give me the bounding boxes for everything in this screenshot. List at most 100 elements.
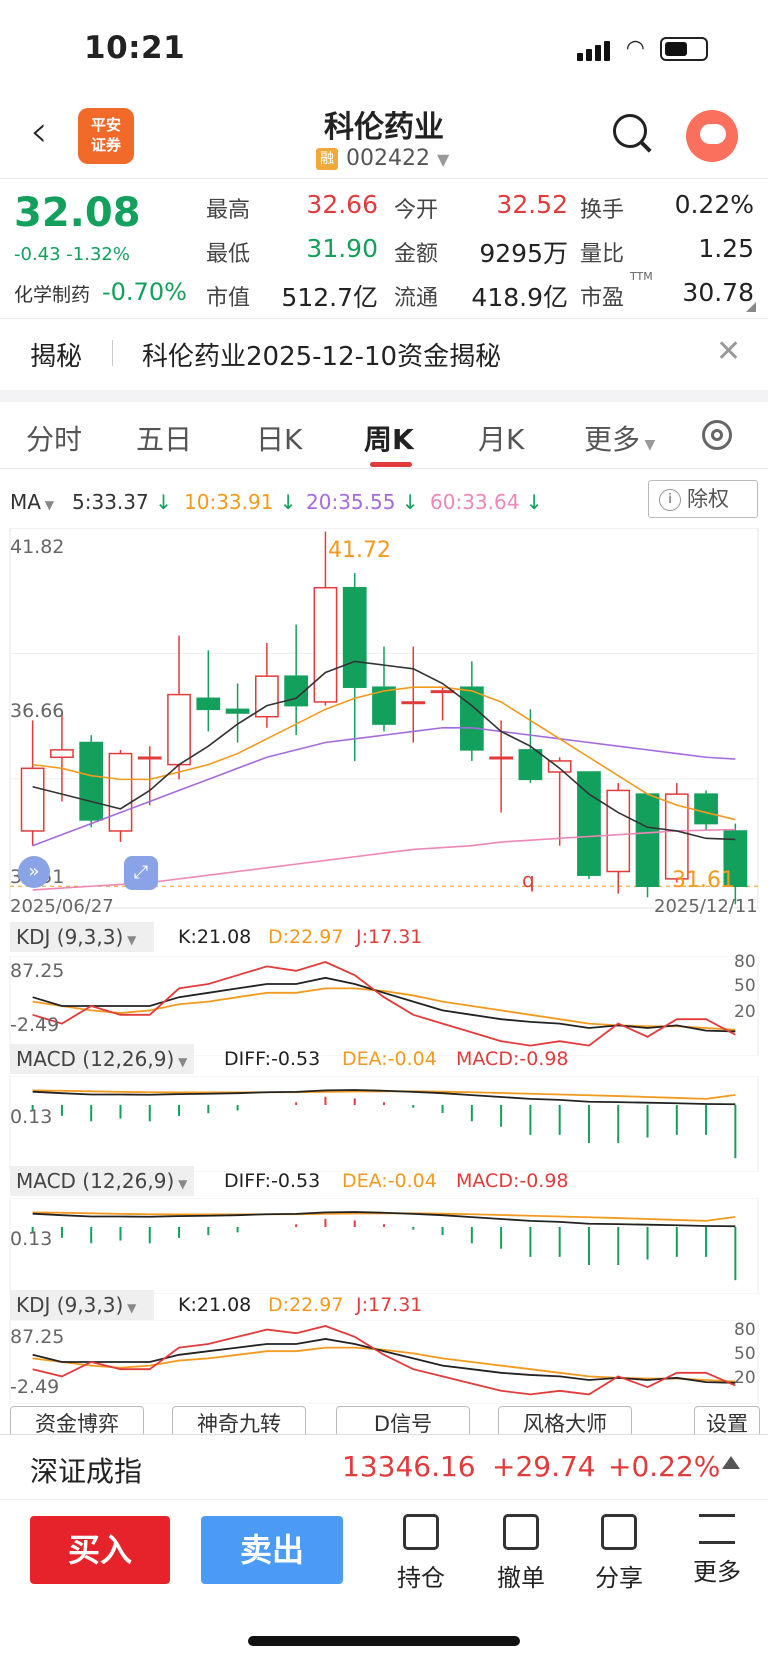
kdj-y-top-2: 87.25 (10, 1326, 65, 1348)
kdj-chart (9, 956, 759, 1056)
reveal-label: 揭秘 (30, 342, 83, 372)
kdj-d-line (32, 1346, 736, 1383)
index-change: +29.74 (492, 1450, 596, 1483)
candle-body (401, 701, 426, 705)
macd-diff-2: DIFF:-0.53 (224, 1170, 321, 1192)
turnover-value: 0.22% (674, 190, 754, 219)
battery-icon (660, 37, 708, 61)
candle-body (635, 793, 660, 888)
list-doc-icon (403, 1514, 439, 1550)
candle-body (430, 690, 455, 694)
index-value: 13346.16 (342, 1450, 476, 1483)
ma10-value: 10:33.91 ↓ (184, 490, 297, 514)
search-icon[interactable] (613, 114, 647, 148)
index-name: 深证成指 (30, 1455, 143, 1488)
max-price-mark: 41.72 (328, 538, 391, 563)
low-label: 最低 (206, 242, 251, 267)
chat-bubble-icon (700, 124, 726, 144)
macd-selector[interactable]: MACD (12,26,9) ▼ (10, 1044, 194, 1074)
buy-button[interactable]: 买入 (30, 1516, 170, 1584)
ma5-value: 5:33.37 ↓ (72, 490, 172, 514)
kdj-j-line (32, 961, 736, 1047)
tab-weekly-k[interactable]: 周K (364, 418, 414, 458)
kdj-d-2: D:22.97 (268, 1294, 344, 1316)
low-value: 31.90 (306, 234, 378, 263)
candle-body (137, 756, 162, 760)
cancel-order-button[interactable]: 撤单 (486, 1514, 556, 1593)
tab-intraday[interactable]: 分时 (26, 418, 82, 458)
expand-corner-icon[interactable] (746, 302, 756, 312)
active-tab-indicator (370, 462, 412, 467)
macd-value-2: MACD:-0.98 (456, 1170, 569, 1192)
event-mark[interactable]: q (522, 868, 535, 892)
ma60-value: 60:33.64 ↓ (430, 490, 543, 514)
kdj-j-line (32, 1325, 736, 1396)
kdj-chart-2 (9, 1320, 759, 1404)
sector-name[interactable]: 化学制药 (14, 280, 90, 307)
min-price-mark: 31.61 (672, 868, 735, 893)
candle-body (79, 741, 104, 821)
last-price: 32.08 (14, 190, 141, 236)
signal-icon (576, 53, 583, 61)
kline-chart[interactable] (0, 528, 768, 918)
kdj-y-bottom: -2.49 (10, 1014, 60, 1036)
close-icon[interactable]: ✕ (716, 334, 741, 369)
more-button[interactable]: 更多 (682, 1514, 752, 1587)
status-icons: ◠ (576, 36, 708, 61)
positions-button[interactable]: 持仓 (386, 1514, 456, 1593)
kdj-d: D:22.97 (268, 926, 344, 948)
index-percent: +0.22% (608, 1450, 721, 1483)
tab-monthly-k[interactable]: 月K (478, 418, 524, 458)
candle-body (342, 586, 367, 688)
wifi-icon: ◠ (625, 36, 645, 61)
tab-daily-k[interactable]: 日K (256, 418, 302, 458)
kdj-y-top: 87.25 (10, 960, 65, 982)
float-cap-label: 流通 (394, 286, 439, 311)
expand-up-icon[interactable] (722, 1456, 740, 1469)
collapse-icon[interactable]: » (18, 856, 50, 888)
price-change: -0.43 -1.32% (14, 244, 130, 265)
candle-body (108, 752, 133, 832)
candle-body (459, 686, 484, 751)
kdj-k: K:21.08 (178, 926, 252, 948)
volume-ratio-value: 1.25 (698, 234, 754, 263)
kdj-level-20: 20 (734, 1002, 756, 1022)
kdj-k-line (32, 1338, 736, 1384)
tab-five-day[interactable]: 五日 (136, 418, 192, 458)
market-cap-label: 市值 (206, 286, 251, 311)
kdj2-level-20: 20 (734, 1368, 756, 1388)
kdj-selector[interactable]: KDJ (9,3,3) ▼ (10, 922, 154, 952)
kdj-selector-2[interactable]: KDJ (9,3,3) ▼ (10, 1290, 154, 1320)
open-value: 32.52 (496, 190, 568, 219)
candle-body (50, 749, 74, 759)
fullscreen-icon[interactable]: ⤢ (124, 856, 158, 890)
info-icon: i (659, 489, 681, 511)
ma-selector[interactable]: MA ▼ (10, 490, 54, 514)
open-label: 今开 (394, 198, 439, 223)
kdj-d-line (32, 987, 736, 1031)
float-cap-value: 418.9亿 (471, 283, 568, 312)
candle-body (313, 586, 338, 703)
share-button[interactable]: 分享 (584, 1514, 654, 1593)
candle-body (489, 756, 513, 760)
stock-code-selector[interactable]: 002422 ▼ (346, 146, 449, 171)
fuquan-button[interactable]: i 除权 (648, 480, 758, 518)
reveal-link[interactable]: 科伦药业2025-12-10资金揭秘 (142, 336, 501, 373)
ma20-value: 20:35.55 ↓ (306, 490, 419, 514)
sector-change: -0.70% (102, 278, 187, 306)
kdj-j-2: J:17.31 (356, 1294, 423, 1316)
tab-more[interactable]: 更多 ▼ (584, 418, 655, 458)
macd-dea-2: DEA:-0.04 (342, 1170, 437, 1192)
kdj-k-line (32, 976, 736, 1033)
sell-button[interactable]: 卖出 (201, 1516, 343, 1584)
date-end: 2025/12/11 (654, 896, 758, 917)
macd-selector-2[interactable]: MACD (12,26,9) ▼ (10, 1166, 194, 1196)
macd-value: MACD:-0.98 (456, 1048, 569, 1070)
high-value: 32.66 (306, 190, 378, 219)
macd-chart-2 (9, 1198, 759, 1294)
share-icon (601, 1514, 637, 1550)
undo-icon (503, 1514, 539, 1550)
status-time: 10:21 (84, 30, 186, 66)
pe-label: 市盈 (580, 286, 625, 311)
kdj2-level-80: 80 (734, 1320, 756, 1340)
